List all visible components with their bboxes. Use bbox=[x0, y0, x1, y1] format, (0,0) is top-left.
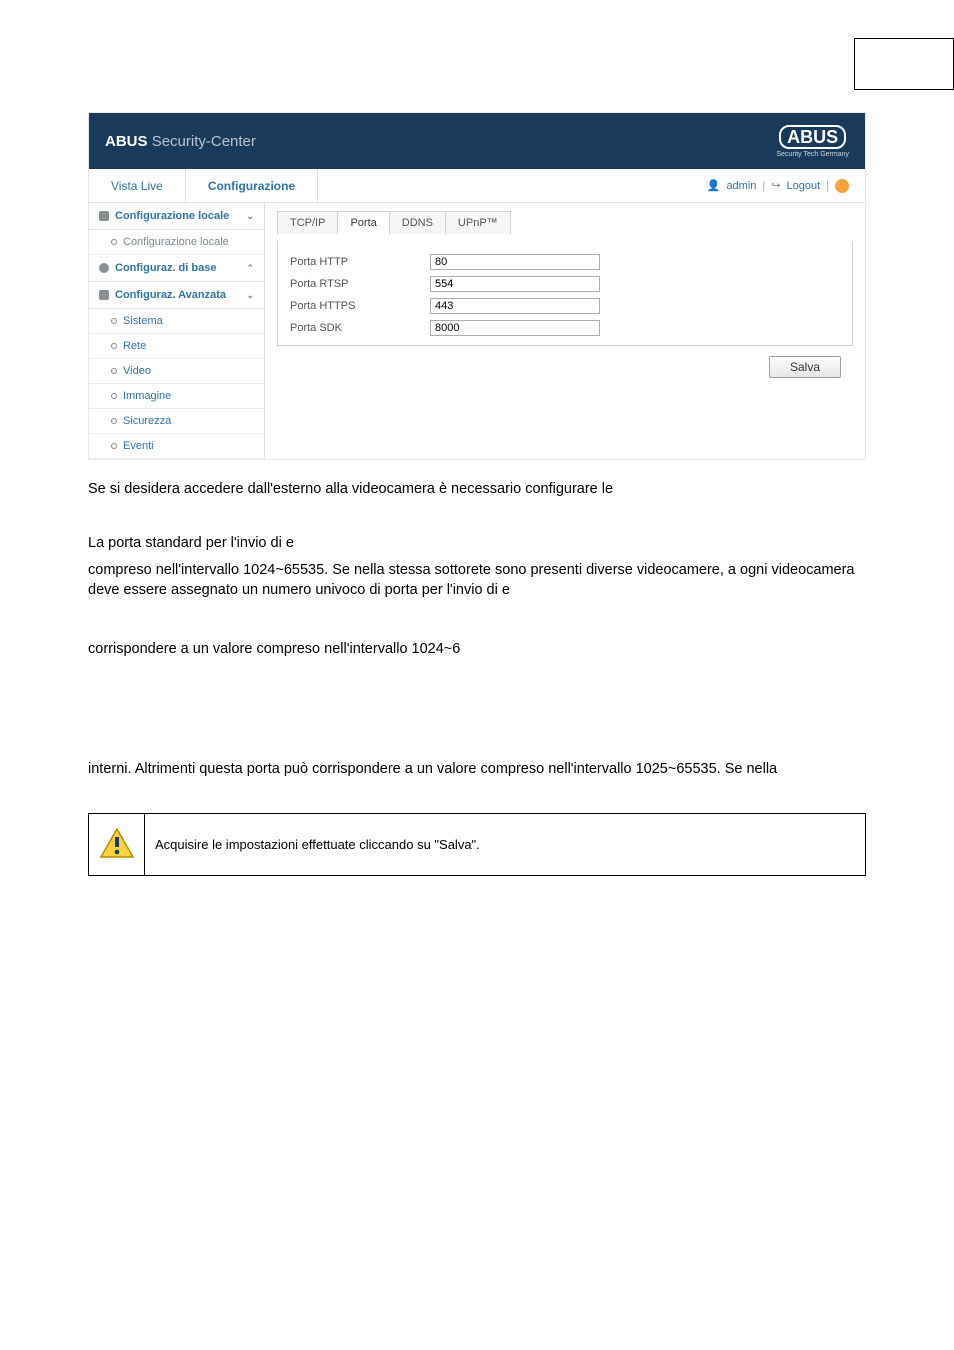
page-number-box bbox=[854, 38, 954, 90]
info-note-table: Acquisire le impostazioni effettuate cli… bbox=[88, 813, 866, 876]
doc-paragraph-3: corrispondere a un valore compreso nell'… bbox=[88, 640, 866, 660]
sidebar-item-label: Eventi bbox=[123, 440, 154, 452]
app-header: ABUS Security-Center ABUS Security Tech … bbox=[89, 113, 865, 169]
app-screenshot: ABUS Security-Center ABUS Security Tech … bbox=[88, 112, 866, 460]
panel-tabs: TCP/IP Porta DDNS UPnP™ bbox=[277, 211, 853, 234]
logo-text: ABUS bbox=[779, 125, 846, 149]
tab-ddns[interactable]: DDNS bbox=[389, 211, 446, 234]
doc-paragraph-2b: compreso nell'intervallo 1024~65535. Se … bbox=[88, 561, 866, 600]
warning-icon bbox=[100, 828, 134, 858]
label-https: Porta HTTPS bbox=[290, 295, 430, 317]
sidebar-item-label: Immagine bbox=[123, 390, 171, 402]
sidebar-item-label: Video bbox=[123, 365, 151, 377]
brand-sub: Security-Center bbox=[152, 133, 256, 150]
save-button[interactable]: Salva bbox=[769, 356, 841, 378]
main-panel: TCP/IP Porta DDNS UPnP™ Porta HTTP Porta… bbox=[265, 203, 865, 459]
logo-tagline: Security Tech Germany bbox=[776, 151, 849, 158]
bullet-icon bbox=[111, 418, 117, 424]
info-icon-cell bbox=[89, 814, 145, 876]
label-sdk: Porta SDK bbox=[290, 317, 430, 339]
lang-icon[interactable] bbox=[835, 179, 849, 193]
brand-logo: ABUS Security Tech Germany bbox=[776, 125, 849, 158]
folder-icon bbox=[99, 211, 109, 221]
sidebar-item-immagine[interactable]: Immagine bbox=[89, 384, 264, 409]
sidebar-item-eventi[interactable]: Eventi bbox=[89, 434, 264, 459]
group-label: Configurazione locale bbox=[115, 210, 229, 222]
app-title: ABUS Security-Center bbox=[105, 133, 256, 150]
top-subheader: Vista Live Configurazione 👤 admin | ↪ Lo… bbox=[89, 169, 865, 203]
doc-paragraph-1: Se si desidera accedere dall'esterno all… bbox=[88, 480, 866, 500]
doc-paragraph-4: interni. Altrimenti questa porta può cor… bbox=[88, 760, 866, 780]
sidebar-group-advanced[interactable]: Configuraz. Avanzata ⌄ bbox=[89, 282, 264, 309]
tab-upnp[interactable]: UPnP™ bbox=[445, 211, 511, 234]
chevron-down-icon: ⌄ bbox=[246, 211, 254, 222]
separator: | bbox=[762, 180, 765, 192]
gear-icon bbox=[99, 263, 109, 273]
bullet-icon bbox=[111, 239, 117, 245]
sidebar-group-base[interactable]: Configuraz. di base ⌃ bbox=[89, 255, 264, 282]
tab-config[interactable]: Configurazione bbox=[186, 169, 318, 202]
input-sdk[interactable] bbox=[430, 320, 600, 336]
top-tabs: Vista Live Configurazione bbox=[89, 169, 318, 202]
doc-paragraph-2a: La porta standard per l'invio di e bbox=[88, 534, 866, 554]
sidebar-item-rete[interactable]: Rete bbox=[89, 334, 264, 359]
sidebar-group-local[interactable]: Configurazione locale ⌄ bbox=[89, 203, 264, 230]
sidebar-item-sicurezza[interactable]: Sicurezza bbox=[89, 409, 264, 434]
sidebar-item-label: Sicurezza bbox=[123, 415, 171, 427]
sidebar-item-label: Configurazione locale bbox=[123, 236, 229, 248]
tab-live[interactable]: Vista Live bbox=[89, 169, 186, 202]
separator: | bbox=[826, 180, 829, 192]
brand-main: ABUS bbox=[105, 133, 148, 150]
group-label: Configuraz. Avanzata bbox=[115, 289, 226, 301]
port-form: Porta HTTP Porta RTSP Porta HTTPS P bbox=[277, 241, 853, 346]
input-http[interactable] bbox=[430, 254, 600, 270]
sidebar-item-sistema[interactable]: Sistema bbox=[89, 309, 264, 334]
save-row: Salva bbox=[277, 346, 853, 388]
sidebar-item-label: Sistema bbox=[123, 315, 163, 327]
info-note-text: Acquisire le impostazioni effettuate cli… bbox=[145, 814, 866, 876]
bullet-icon bbox=[111, 343, 117, 349]
sidebar: Configurazione locale ⌄ Configurazione l… bbox=[89, 203, 265, 459]
bullet-icon bbox=[111, 368, 117, 374]
sidebar-item-label: Rete bbox=[123, 340, 146, 352]
logout-link[interactable]: Logout bbox=[786, 180, 820, 192]
bullet-icon bbox=[111, 318, 117, 324]
user-icon: 👤 bbox=[707, 179, 721, 192]
user-meta: 👤 admin | ↪ Logout | bbox=[707, 169, 865, 202]
tab-tcpip[interactable]: TCP/IP bbox=[277, 211, 338, 234]
app-body: Configurazione locale ⌄ Configurazione l… bbox=[89, 203, 865, 459]
label-rtsp: Porta RTSP bbox=[290, 273, 430, 295]
input-rtsp[interactable] bbox=[430, 276, 600, 292]
group-label: Configuraz. di base bbox=[115, 262, 216, 274]
logout-icon: ↪ bbox=[771, 179, 780, 192]
user-name: admin bbox=[726, 180, 756, 192]
input-https[interactable] bbox=[430, 298, 600, 314]
tab-porta[interactable]: Porta bbox=[337, 211, 389, 234]
bullet-icon bbox=[111, 443, 117, 449]
sidebar-item-video[interactable]: Video bbox=[89, 359, 264, 384]
sidebar-item-local[interactable]: Configurazione locale bbox=[89, 230, 264, 255]
bullet-icon bbox=[111, 393, 117, 399]
label-http: Porta HTTP bbox=[290, 251, 430, 273]
chevron-down-icon: ⌄ bbox=[246, 290, 254, 301]
chevron-up-icon: ⌃ bbox=[246, 263, 254, 274]
wrench-icon bbox=[99, 290, 109, 300]
